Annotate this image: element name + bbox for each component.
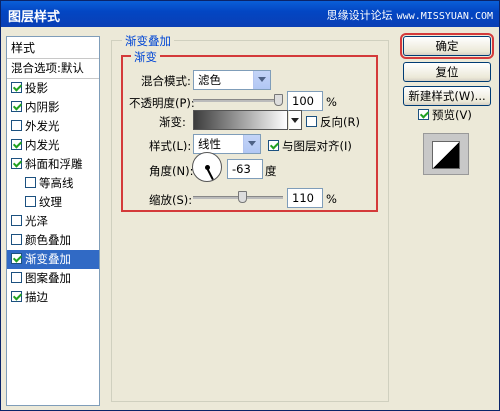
reverse-checkbox[interactable] — [306, 116, 317, 127]
reset-button[interactable]: 复位 — [403, 62, 491, 82]
blend-options-item[interactable]: 混合选项:默认 — [7, 59, 99, 79]
style-item-label: 投影 — [25, 81, 48, 95]
gradient-style-value: 线性 — [198, 137, 221, 151]
watermark-url: www.MISSYUAN.COM — [396, 11, 493, 22]
ok-button[interactable]: 确定 — [400, 33, 494, 59]
opacity-slider-track[interactable] — [193, 99, 283, 102]
satin-checkbox[interactable] — [11, 215, 22, 226]
style-label: 样式(L): — [149, 139, 192, 153]
inner-glow-checkbox[interactable] — [11, 139, 22, 150]
blend-mode-label: 混合模式: — [141, 74, 191, 88]
style-item-stroke[interactable]: 描边 — [7, 288, 99, 307]
chevron-down-icon[interactable] — [289, 110, 302, 130]
gradient-overlay-checkbox[interactable] — [11, 253, 22, 264]
contour-checkbox[interactable] — [25, 177, 36, 188]
style-item-label: 纹理 — [39, 195, 62, 209]
chevron-down-icon[interactable] — [243, 135, 260, 153]
angle-unit: 度 — [265, 164, 277, 178]
style-item-gradient-overlay[interactable]: 渐变叠加 — [7, 250, 99, 269]
style-item-label: 描边 — [25, 290, 48, 304]
opacity-label: 不透明度(P): — [129, 96, 195, 110]
preview-option[interactable]: 预览(V) — [418, 107, 472, 123]
gradient-swatch[interactable] — [193, 110, 288, 130]
stroke-checkbox[interactable] — [11, 291, 22, 302]
style-item-inner-glow[interactable]: 内发光 — [7, 136, 99, 155]
style-item-texture[interactable]: 纹理 — [7, 193, 99, 212]
gradient-subgroup-title: 渐变 — [131, 49, 160, 65]
watermark: 思缘设计论坛 www.MISSYUAN.COM — [327, 7, 493, 23]
style-item-color-overlay[interactable]: 颜色叠加 — [7, 231, 99, 250]
blend-mode-value: 滤色 — [198, 73, 221, 87]
new-style-button[interactable]: 新建样式(W)... — [403, 86, 491, 106]
texture-checkbox[interactable] — [25, 196, 36, 207]
style-list: 样式 混合选项:默认 投影 内阴影 外发光 内发光 斜面和浮雕 等高线 纹理 光… — [6, 36, 100, 406]
angle-label: 角度(N): — [149, 164, 194, 178]
style-item-label: 渐变叠加 — [25, 252, 71, 266]
scale-input[interactable]: 110 — [287, 188, 323, 208]
preview-thumbnail — [432, 141, 460, 169]
color-overlay-checkbox[interactable] — [11, 234, 22, 245]
chevron-down-icon[interactable] — [253, 71, 270, 89]
style-item-contour[interactable]: 等高线 — [7, 174, 99, 193]
angle-input[interactable]: -63 — [227, 159, 263, 179]
scale-label: 缩放(S): — [149, 193, 193, 207]
opacity-unit: % — [326, 95, 337, 109]
outer-glow-checkbox[interactable] — [11, 120, 22, 131]
style-item-inner-shadow[interactable]: 内阴影 — [7, 98, 99, 117]
scale-unit: % — [326, 192, 337, 206]
style-item-label: 斜面和浮雕 — [25, 157, 83, 171]
style-item-label: 内发光 — [25, 138, 60, 152]
style-item-drop-shadow[interactable]: 投影 — [7, 79, 99, 98]
style-list-header[interactable]: 样式 — [7, 37, 99, 59]
watermark-text: 思缘设计论坛 — [326, 9, 393, 22]
group-title: 渐变叠加 — [122, 33, 174, 49]
preview-label: 预览(V) — [432, 108, 472, 122]
preview-checkbox[interactable] — [418, 109, 429, 120]
gradient-style-select[interactable]: 线性 — [193, 134, 261, 154]
title-bar[interactable]: 图层样式 思缘设计论坛 www.MISSYUAN.COM — [1, 1, 499, 27]
style-item-outer-glow[interactable]: 外发光 — [7, 117, 99, 136]
angle-dial-center — [205, 165, 210, 170]
align-label: 与图层对齐(I) — [282, 139, 352, 153]
opacity-input[interactable]: 100 — [287, 91, 323, 111]
dialog-title: 图层样式 — [8, 10, 61, 25]
style-preview — [423, 133, 469, 175]
gradient-label: 渐变: — [159, 115, 186, 129]
reverse-option[interactable]: 反向(R) — [306, 114, 360, 130]
style-item-label: 光泽 — [25, 214, 48, 228]
align-with-layer-checkbox[interactable] — [268, 140, 279, 151]
align-option[interactable]: 与图层对齐(I) — [268, 138, 352, 154]
style-item-label: 外发光 — [25, 119, 60, 133]
style-item-label: 颜色叠加 — [25, 233, 71, 247]
style-item-satin[interactable]: 光泽 — [7, 212, 99, 231]
style-item-bevel-emboss[interactable]: 斜面和浮雕 — [7, 155, 99, 174]
drop-shadow-checkbox[interactable] — [11, 82, 22, 93]
style-item-label: 等高线 — [39, 176, 74, 190]
pattern-overlay-checkbox[interactable] — [11, 272, 22, 283]
blend-mode-select[interactable]: 滤色 — [193, 70, 271, 90]
style-item-pattern-overlay[interactable]: 图案叠加 — [7, 269, 99, 288]
angle-dial[interactable] — [192, 152, 222, 182]
inner-shadow-checkbox[interactable] — [11, 101, 22, 112]
bevel-emboss-checkbox[interactable] — [11, 158, 22, 169]
opacity-slider-thumb[interactable] — [274, 94, 283, 106]
style-item-label: 图案叠加 — [25, 271, 71, 285]
scale-slider-thumb[interactable] — [237, 191, 247, 203]
style-item-label: 内阴影 — [25, 100, 60, 114]
reverse-label: 反向(R) — [320, 115, 360, 129]
